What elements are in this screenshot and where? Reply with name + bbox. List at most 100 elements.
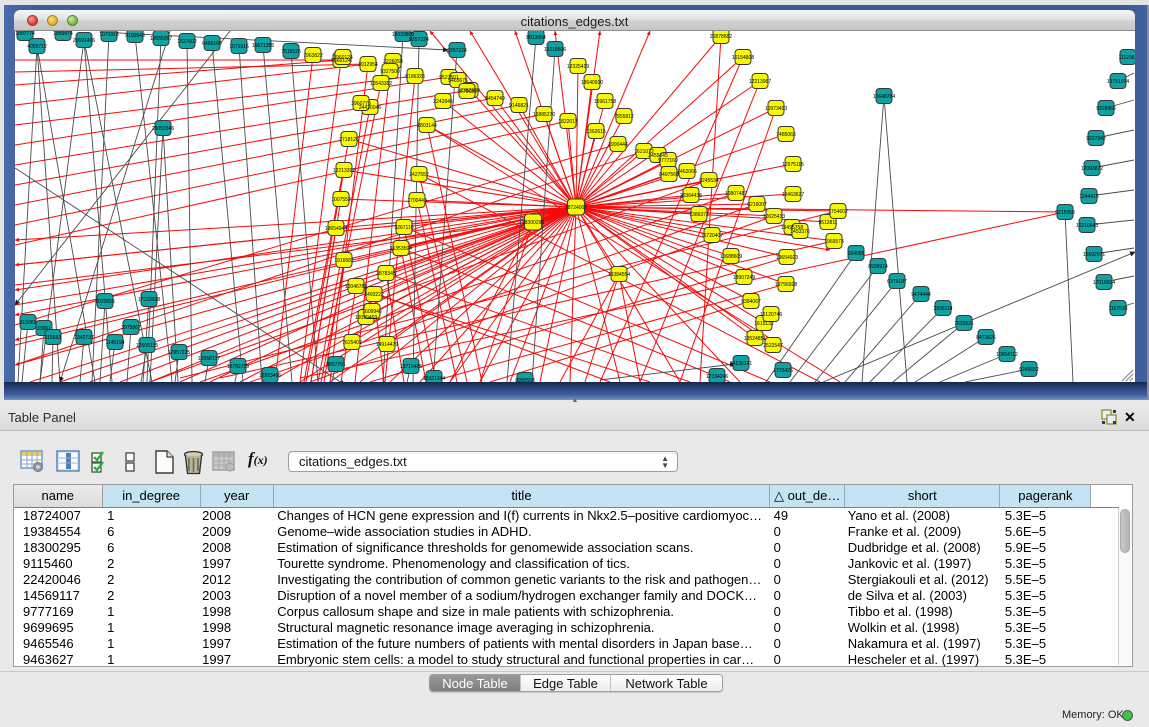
svg-text:19218506: 19218506 bbox=[544, 47, 566, 53]
svg-text:10543382: 10543382 bbox=[370, 81, 392, 87]
svg-text:13524851: 13524851 bbox=[744, 336, 766, 342]
svg-text:3960124: 3960124 bbox=[333, 55, 353, 61]
svg-text:2342737: 2342737 bbox=[74, 335, 94, 341]
svg-text:15885270: 15885270 bbox=[533, 112, 555, 118]
svg-text:2718126: 2718126 bbox=[339, 137, 359, 143]
svg-text:15720407: 15720407 bbox=[701, 233, 723, 239]
svg-text:10921344: 10921344 bbox=[423, 376, 445, 382]
svg-text:1244415: 1244415 bbox=[1079, 194, 1099, 200]
svg-text:9474444: 9474444 bbox=[911, 292, 931, 298]
svg-text:19384554: 19384554 bbox=[608, 272, 630, 278]
svg-text:7462066: 7462066 bbox=[677, 169, 697, 175]
svg-text:1733426: 1733426 bbox=[773, 368, 793, 374]
svg-text:9327500: 9327500 bbox=[380, 69, 400, 75]
svg-text:12213392: 12213392 bbox=[333, 168, 355, 174]
svg-text:1453376: 1453376 bbox=[790, 229, 810, 235]
svg-text:9777169: 9777169 bbox=[658, 158, 678, 164]
svg-text:9245652: 9245652 bbox=[1019, 367, 1039, 373]
svg-text:6379197: 6379197 bbox=[887, 279, 907, 285]
svg-text:1609946: 1609946 bbox=[362, 309, 382, 315]
svg-text:8471626: 8471626 bbox=[976, 335, 996, 341]
svg-text:8186328: 8186328 bbox=[405, 74, 425, 80]
svg-text:17359928: 17359928 bbox=[138, 297, 160, 303]
svg-text:9357224: 9357224 bbox=[409, 37, 429, 43]
svg-text:14136141: 14136141 bbox=[730, 361, 752, 367]
svg-text:2935114: 2935114 bbox=[933, 306, 952, 312]
svg-text:16210643: 16210643 bbox=[1076, 223, 1098, 229]
svg-text:9857791: 9857791 bbox=[326, 362, 346, 368]
svg-text:16099469: 16099469 bbox=[355, 315, 377, 321]
svg-text:1916682: 1916682 bbox=[334, 258, 354, 264]
svg-text:19756928: 19756928 bbox=[775, 282, 797, 288]
svg-text:1493222: 1493222 bbox=[364, 292, 384, 298]
svg-text:11353594: 11353594 bbox=[390, 246, 412, 252]
svg-text:16671355: 16671355 bbox=[252, 43, 274, 49]
svg-text:1007552: 1007552 bbox=[331, 197, 351, 203]
svg-text:1889974: 1889974 bbox=[53, 31, 73, 37]
svg-text:915061: 915061 bbox=[20, 320, 37, 326]
svg-text:1700443: 1700443 bbox=[407, 198, 427, 204]
svg-text:33001: 33001 bbox=[37, 326, 51, 332]
svg-text:12093872: 12093872 bbox=[1081, 166, 1103, 172]
svg-text:3960775: 3960775 bbox=[351, 101, 371, 107]
svg-text:1615132: 1615132 bbox=[754, 321, 774, 327]
svg-text:13716485: 13716485 bbox=[400, 364, 422, 370]
svg-text:16782759: 16782759 bbox=[227, 364, 249, 370]
svg-text:7515526: 7515526 bbox=[281, 49, 301, 55]
svg-text:3427552: 3427552 bbox=[409, 172, 429, 178]
svg-text:18907249: 18907249 bbox=[733, 275, 755, 281]
svg-text:14914479: 14914479 bbox=[376, 342, 398, 348]
svg-text:1527602: 1527602 bbox=[177, 39, 197, 45]
svg-text:2020655: 2020655 bbox=[95, 299, 115, 305]
svg-text:16961758: 16961758 bbox=[594, 99, 616, 105]
svg-text:12325419: 12325419 bbox=[567, 64, 589, 70]
svg-text:1112981: 1112981 bbox=[1119, 55, 1135, 61]
svg-text:17957225: 17957225 bbox=[168, 350, 190, 356]
svg-text:16154808: 16154808 bbox=[732, 55, 754, 61]
svg-text:18640910: 18640910 bbox=[581, 80, 603, 86]
svg-text:2522547: 2522547 bbox=[763, 343, 783, 349]
svg-text:10648784: 10648784 bbox=[873, 94, 895, 100]
svg-text:10807487: 10807487 bbox=[725, 191, 747, 197]
svg-text:1969573: 1969573 bbox=[824, 239, 844, 245]
svg-text:12213967: 12213967 bbox=[749, 79, 771, 85]
svg-text:9329966: 9329966 bbox=[1096, 106, 1116, 112]
svg-text:1071915: 1071915 bbox=[229, 44, 249, 50]
svg-text:1754602: 1754602 bbox=[828, 209, 848, 215]
svg-text:10025433: 10025433 bbox=[763, 214, 785, 220]
svg-text:20878682: 20878682 bbox=[710, 34, 732, 40]
svg-text:15751074: 15751074 bbox=[1107, 79, 1129, 85]
svg-text:8813054: 8813054 bbox=[526, 35, 546, 41]
svg-text:5215958: 5215958 bbox=[1055, 210, 1075, 216]
svg-text:7386372: 7386372 bbox=[689, 212, 709, 218]
svg-text:2803144: 2803144 bbox=[417, 123, 437, 129]
svg-text:7632621: 7632621 bbox=[954, 321, 974, 327]
svg-text:9512811: 9512811 bbox=[818, 220, 837, 226]
svg-text:9384067: 9384067 bbox=[741, 299, 761, 305]
svg-text:9357224: 9357224 bbox=[447, 48, 467, 54]
svg-text:9227342: 9227342 bbox=[1086, 136, 1106, 142]
svg-text:1897774: 1897774 bbox=[15, 31, 35, 37]
svg-text:18300295: 18300295 bbox=[522, 220, 544, 226]
svg-text:6466160: 6466160 bbox=[202, 41, 222, 47]
svg-text:3878345: 3878345 bbox=[376, 271, 396, 277]
svg-text:20053346: 20053346 bbox=[152, 126, 174, 132]
svg-text:7625402: 7625402 bbox=[342, 340, 362, 346]
svg-text:1167533: 1167533 bbox=[1108, 306, 1127, 312]
svg-text:10973493: 10973493 bbox=[765, 106, 787, 112]
svg-text:10655267: 10655267 bbox=[150, 36, 172, 42]
svg-text:3975867: 3975867 bbox=[121, 325, 141, 331]
svg-text:5465675: 5465675 bbox=[448, 78, 468, 84]
svg-text:164095: 164095 bbox=[848, 251, 865, 257]
svg-text:9190543: 9190543 bbox=[125, 33, 145, 39]
svg-text:8990558: 8990558 bbox=[515, 378, 535, 382]
svg-text:19654923: 19654923 bbox=[776, 255, 798, 261]
svg-text:6216007: 6216007 bbox=[747, 202, 767, 208]
svg-text:3267110: 3267110 bbox=[394, 225, 413, 231]
svg-text:9146821: 9146821 bbox=[509, 103, 529, 109]
svg-text:1362615: 1362615 bbox=[586, 129, 606, 135]
svg-text:1145194: 1145194 bbox=[105, 340, 124, 346]
svg-text:12923466: 12923466 bbox=[259, 373, 281, 379]
svg-text:20364436: 20364436 bbox=[680, 193, 702, 199]
svg-text:2226058: 2226058 bbox=[383, 59, 403, 65]
